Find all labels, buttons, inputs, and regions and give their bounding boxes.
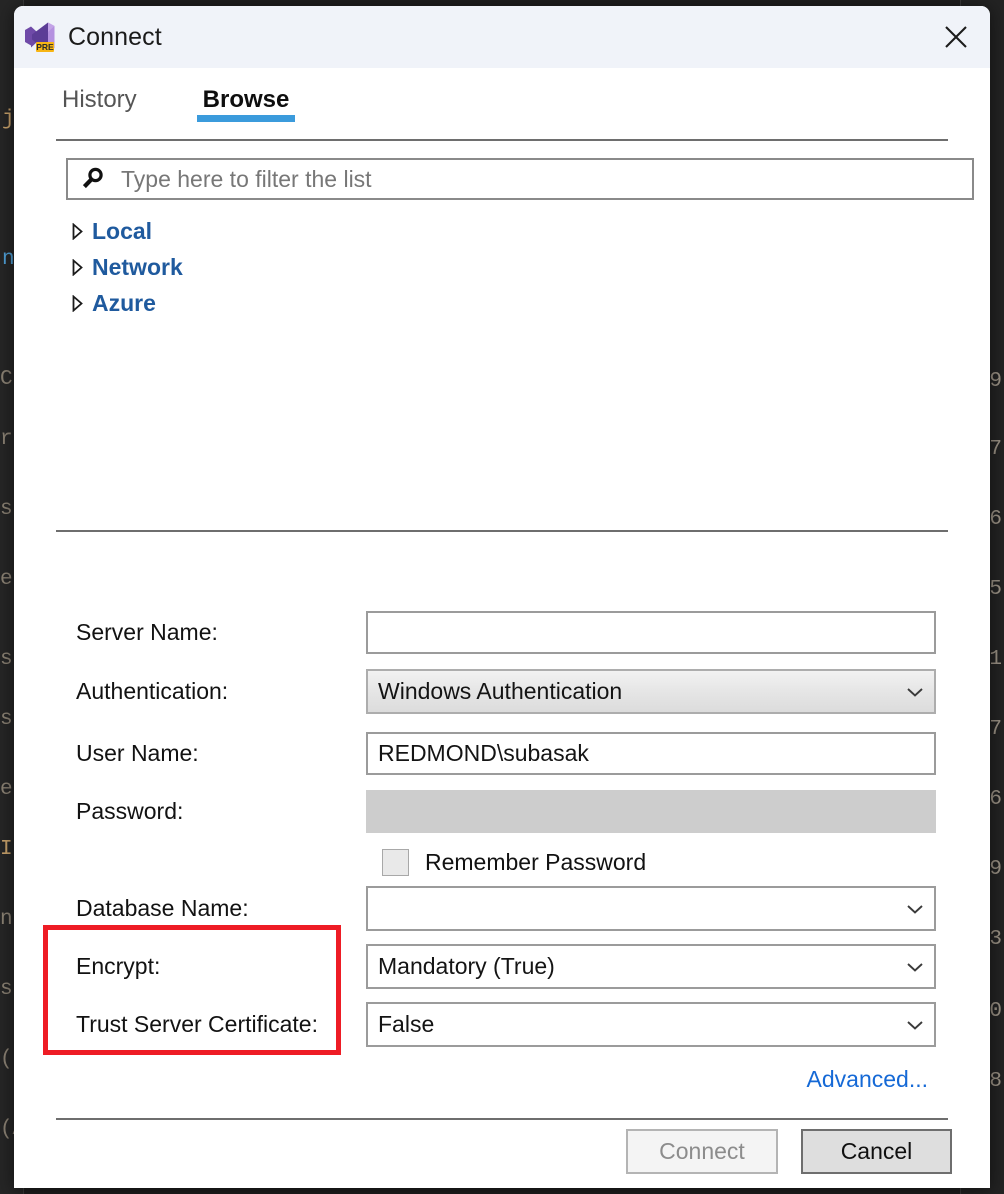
tree-item-label: Local [92,217,153,244]
server-name-input[interactable] [366,611,936,654]
encrypt-dropdown[interactable]: Mandatory (True) [366,944,936,989]
tab-browse[interactable]: Browse [196,68,296,122]
tree-item-network[interactable]: Network [66,249,566,285]
tab-browse-label: Browse [202,86,290,113]
filter-box[interactable] [66,158,974,200]
advanced-link[interactable]: Advanced... [807,1066,928,1093]
tab-history-label: History [62,86,137,113]
trust-server-certificate-label: Trust Server Certificate: [76,1011,318,1037]
remember-password-row[interactable]: Remember Password [382,849,646,876]
tree-item-azure[interactable]: Azure [66,285,566,321]
field-row-server-name: Server Name: [76,611,936,654]
authentication-dropdown[interactable]: Windows Authentication [366,669,936,714]
connect-dialog: PRE Connect History Browse Type here to … [14,6,990,1188]
remember-password-label: Remember Password [425,849,647,875]
backdrop-text-fragment: n [0,908,13,931]
close-icon[interactable] [922,6,990,68]
tab-history[interactable]: History [56,68,143,114]
tree-item-label: Azure [92,289,156,316]
divider-bottom [56,1118,948,1120]
search-icon [82,167,103,189]
divider-middle [56,530,948,532]
server-browse-tree: Local Network Azure [66,213,566,321]
tree-item-local[interactable]: Local [66,213,566,249]
chevron-down-icon [907,962,923,972]
tab-underline [196,115,296,122]
remember-password-checkbox[interactable] [382,849,409,876]
chevron-right-icon[interactable] [66,222,88,240]
field-row-database-name: Database Name: [76,886,936,931]
search-input[interactable] [119,164,939,194]
field-row-user-name: User Name: [76,732,936,775]
database-name-dropdown[interactable] [366,886,936,931]
divider-top [56,139,948,141]
chevron-right-icon[interactable] [66,294,88,312]
dialog-tabs: History Browse [14,68,990,136]
authentication-value: Windows Authentication [378,678,623,704]
backdrop-text-fragment: n [2,248,15,271]
backdrop-text-fragment: e [0,778,13,801]
chevron-right-icon[interactable] [66,258,88,276]
cancel-button[interactable]: Cancel [801,1129,952,1174]
field-row-password: Password: [76,790,936,833]
field-row-authentication: Authentication: Windows Authentication [76,669,936,714]
dialog-title: Connect [68,22,162,51]
server-name-label: Server Name: [76,619,218,645]
chevron-down-icon [907,904,923,914]
user-name-input[interactable] [366,732,936,775]
encrypt-label: Encrypt: [76,953,161,979]
tree-item-label: Network [92,253,183,280]
chevron-down-icon [907,687,923,697]
chevron-down-icon [907,1020,923,1030]
connect-button[interactable]: Connect [626,1129,778,1174]
dialog-titlebar: PRE Connect [14,6,990,68]
trust-server-certificate-dropdown[interactable]: False [366,1002,936,1047]
svg-text:PRE: PRE [36,42,54,52]
password-label: Password: [76,798,184,824]
encrypt-value: Mandatory (True) [378,953,555,979]
user-name-label: User Name: [76,740,199,766]
authentication-label: Authentication: [76,678,229,704]
database-name-label: Database Name: [76,895,249,921]
field-row-trust-server-certificate: Trust Server Certificate: False [76,1002,936,1047]
password-input [366,790,936,833]
visual-studio-preview-icon: PRE [23,20,57,54]
field-row-encrypt: Encrypt: Mandatory (True) [76,944,936,989]
trust-server-certificate-value: False [378,1011,435,1037]
